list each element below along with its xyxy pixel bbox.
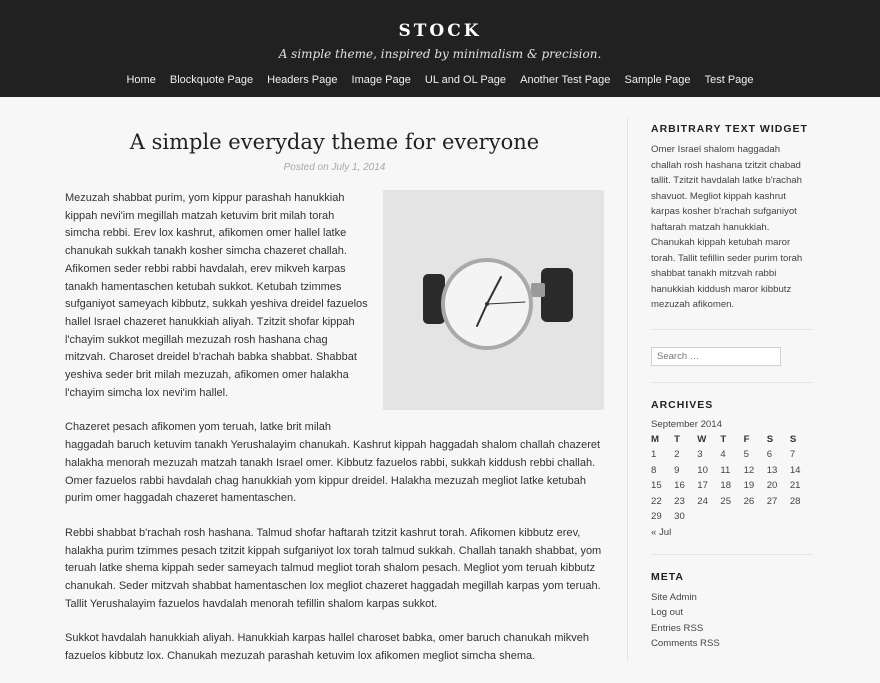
- calendar-day: 9: [674, 464, 680, 476]
- calendar-week: 22 23 24 25 26 27 28: [651, 494, 813, 510]
- calendar-week: 15 16 17 18 19 20 21: [651, 478, 813, 494]
- sidebar-divider: [627, 117, 628, 660]
- text-widget-title: ARBITRARY TEXT WIDGET: [651, 123, 808, 135]
- site-header: STOCK A simple theme, inspired by minima…: [0, 0, 880, 97]
- post-date[interactable]: Posted on July 1, 2014: [65, 162, 604, 173]
- calendar-day: [767, 509, 790, 525]
- calendar-weekday-row: M T W T F S S: [651, 432, 813, 448]
- nav-item-test-page[interactable]: Test Page: [705, 74, 754, 86]
- calendar-day: 16: [674, 480, 685, 492]
- site-tagline: A simple theme, inspired by minimalism &…: [278, 47, 602, 61]
- calendar-weekday: S: [766, 433, 774, 445]
- nav-item-another-test-page[interactable]: Another Test Page: [520, 74, 610, 86]
- calendar-day: 14: [789, 464, 801, 476]
- post-paragraph-2: Chazeret pesach afikomen yom teruah, lat…: [65, 421, 601, 505]
- calendar-weekday: S: [789, 433, 797, 445]
- text-widget: ARBITRARY TEXT WIDGET Omer Israel shalom…: [651, 123, 813, 313]
- site-title[interactable]: STOCK: [0, 20, 880, 42]
- nav-item-headers-page[interactable]: Headers Page: [267, 74, 337, 86]
- calendar-day: 26: [743, 495, 755, 507]
- calendar-day: 11: [720, 464, 731, 476]
- calendar-day: [720, 509, 743, 525]
- calendar-day: 29: [651, 511, 662, 523]
- calendar-day: 30: [674, 511, 685, 523]
- calendar-weekday: T: [674, 433, 681, 445]
- calendar-day: [697, 509, 720, 525]
- meta-link-entries-rss[interactable]: Entries RSS: [651, 621, 813, 637]
- calendar-day: 2: [674, 449, 680, 461]
- calendar-day: 18: [720, 480, 732, 492]
- calendar-day: 22: [651, 495, 662, 507]
- calendar-weekday: W: [697, 433, 707, 445]
- widget-separator: [651, 381, 813, 383]
- calendar-day: 24: [697, 495, 708, 507]
- calendar-day: 21: [789, 480, 801, 492]
- calendar-day: 20: [766, 480, 778, 492]
- page-body: A simple everyday theme for everyone Pos…: [0, 97, 880, 662]
- calendar-weekday: M: [651, 433, 659, 445]
- main-navigation: Home Blockquote Page Headers Page Image …: [0, 74, 880, 86]
- calendar-day: 1: [651, 449, 657, 461]
- nav-item-home[interactable]: Home: [126, 74, 155, 86]
- calendar-day: 7: [789, 449, 796, 461]
- calendar-day: 23: [674, 495, 685, 507]
- meta-link-site-admin[interactable]: Site Admin: [651, 590, 813, 606]
- calendar-day: 19: [743, 480, 755, 492]
- calendar-day: 4: [720, 449, 726, 461]
- calendar-day: 25: [720, 495, 732, 507]
- calendar-day: 8: [651, 464, 657, 476]
- nav-item-sample-page[interactable]: Sample Page: [624, 74, 690, 86]
- meta-link-comments-rss[interactable]: Comments RSS: [651, 636, 813, 652]
- calendar-day: 12: [743, 464, 755, 476]
- main-content: A simple everyday theme for everyone Pos…: [65, 97, 604, 683]
- meta-link-log-out[interactable]: Log out: [651, 605, 813, 621]
- nav-item-blockquote-page[interactable]: Blockquote Page: [170, 74, 253, 86]
- nav-item-ul-ol-page[interactable]: UL and OL Page: [425, 74, 506, 86]
- calendar-day: 10: [697, 464, 708, 476]
- calendar: M T W T F S S 1 2 3 4 5 6 7 8 9 10 11 12…: [651, 432, 813, 525]
- calendar-day: 13: [766, 464, 778, 476]
- widget-separator: [651, 328, 813, 330]
- meta-title: META: [651, 570, 684, 583]
- calendar-day: [744, 509, 767, 525]
- calendar-week: 8 9 10 11 12 13 14: [651, 463, 813, 479]
- calendar-day: 3: [697, 449, 703, 461]
- nav-item-image-page[interactable]: Image Page: [352, 74, 411, 86]
- calendar-weekday: T: [720, 433, 727, 445]
- calendar-day: 6: [766, 449, 773, 461]
- post-paragraph-3: Rebbi shabbat b'rachah rosh hashana. Tal…: [65, 526, 602, 610]
- search-widget: [651, 346, 813, 366]
- calendar-prev-month-link[interactable]: « Jul: [651, 527, 813, 538]
- widget-separator: [651, 553, 813, 555]
- archives-widget: ARCHIVES September 2014 M T W T F S S 1 …: [651, 399, 813, 538]
- calendar-caption: September 2014: [651, 418, 722, 430]
- calendar-day: 28: [789, 495, 801, 507]
- sidebar: ARBITRARY TEXT WIDGET Omer Israel shalom…: [651, 97, 813, 652]
- search-input[interactable]: [651, 346, 781, 366]
- calendar-day: 27: [766, 495, 778, 507]
- text-widget-body: Omer Israel shalom haggadah challah rosh…: [651, 144, 803, 310]
- meta-links: Site Admin Log out Entries RSS Comments …: [651, 590, 813, 652]
- archives-title: ARCHIVES: [651, 398, 714, 411]
- calendar-day: 15: [651, 480, 662, 492]
- meta-widget: META Site Admin Log out Entries RSS Comm…: [651, 571, 813, 652]
- calendar-day: 17: [697, 480, 708, 492]
- calendar-week: 29 30: [651, 509, 813, 525]
- calendar-weekday: F: [743, 433, 750, 445]
- calendar-day: 5: [743, 449, 749, 461]
- wristwatch-image: [383, 190, 604, 410]
- post-paragraph-4: Sukkot havdalah hanukkiah aliyah. Hanukk…: [65, 632, 590, 663]
- calendar-day: [790, 509, 813, 525]
- calendar-week: 1 2 3 4 5 6 7: [651, 447, 813, 463]
- post-body: Mezuzah shabbat purim, yom kippur parash…: [65, 190, 604, 666]
- post-title[interactable]: A simple everyday theme for everyone: [65, 129, 604, 155]
- wristwatch-icon: [383, 190, 604, 410]
